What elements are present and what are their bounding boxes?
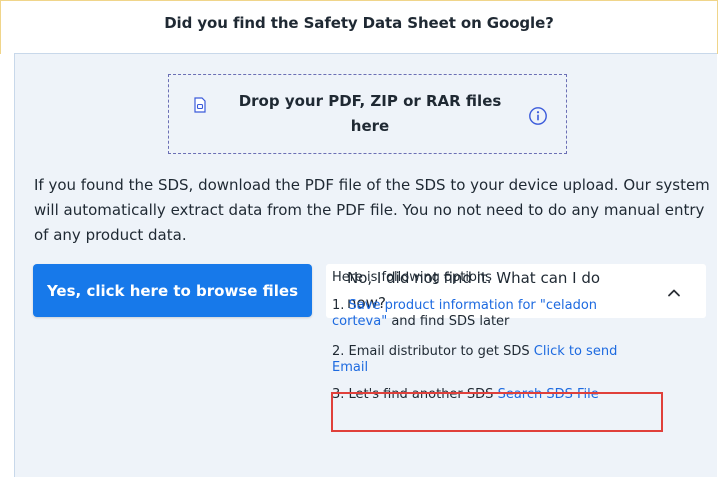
upload-panel: Drop your PDF, ZIP or RAR files here If … bbox=[14, 53, 717, 477]
options-heading: Here is following options bbox=[332, 270, 492, 285]
file-dropzone[interactable]: Drop your PDF, ZIP or RAR files here bbox=[168, 74, 567, 154]
option-prefix: 3. Let's find another SDS bbox=[332, 387, 498, 402]
info-circle-icon[interactable] bbox=[528, 106, 548, 126]
dropzone-label: Drop your PDF, ZIP or RAR files here bbox=[238, 92, 502, 135]
option-suffix: and find SDS later bbox=[387, 314, 510, 329]
option-prefix: 2. Email distributor to get SDS bbox=[332, 344, 534, 359]
option-search-sds: 3. Let's find another SDS Search SDS Fil… bbox=[332, 387, 652, 403]
option-save-product: 1. Save product information for "celadon… bbox=[332, 298, 652, 330]
option-email-distributor: 2. Email distributor to get SDS Click to… bbox=[332, 344, 652, 376]
file-icon bbox=[193, 97, 207, 113]
page-title: Did you find the Safety Data Sheet on Go… bbox=[164, 14, 554, 32]
search-sds-link[interactable]: Search SDS File bbox=[498, 387, 599, 402]
browse-files-button[interactable]: Yes, click here to browse files bbox=[33, 264, 312, 317]
instructions-text: If you found the SDS, download the PDF f… bbox=[34, 176, 710, 244]
option-prefix: 1. bbox=[332, 298, 349, 313]
